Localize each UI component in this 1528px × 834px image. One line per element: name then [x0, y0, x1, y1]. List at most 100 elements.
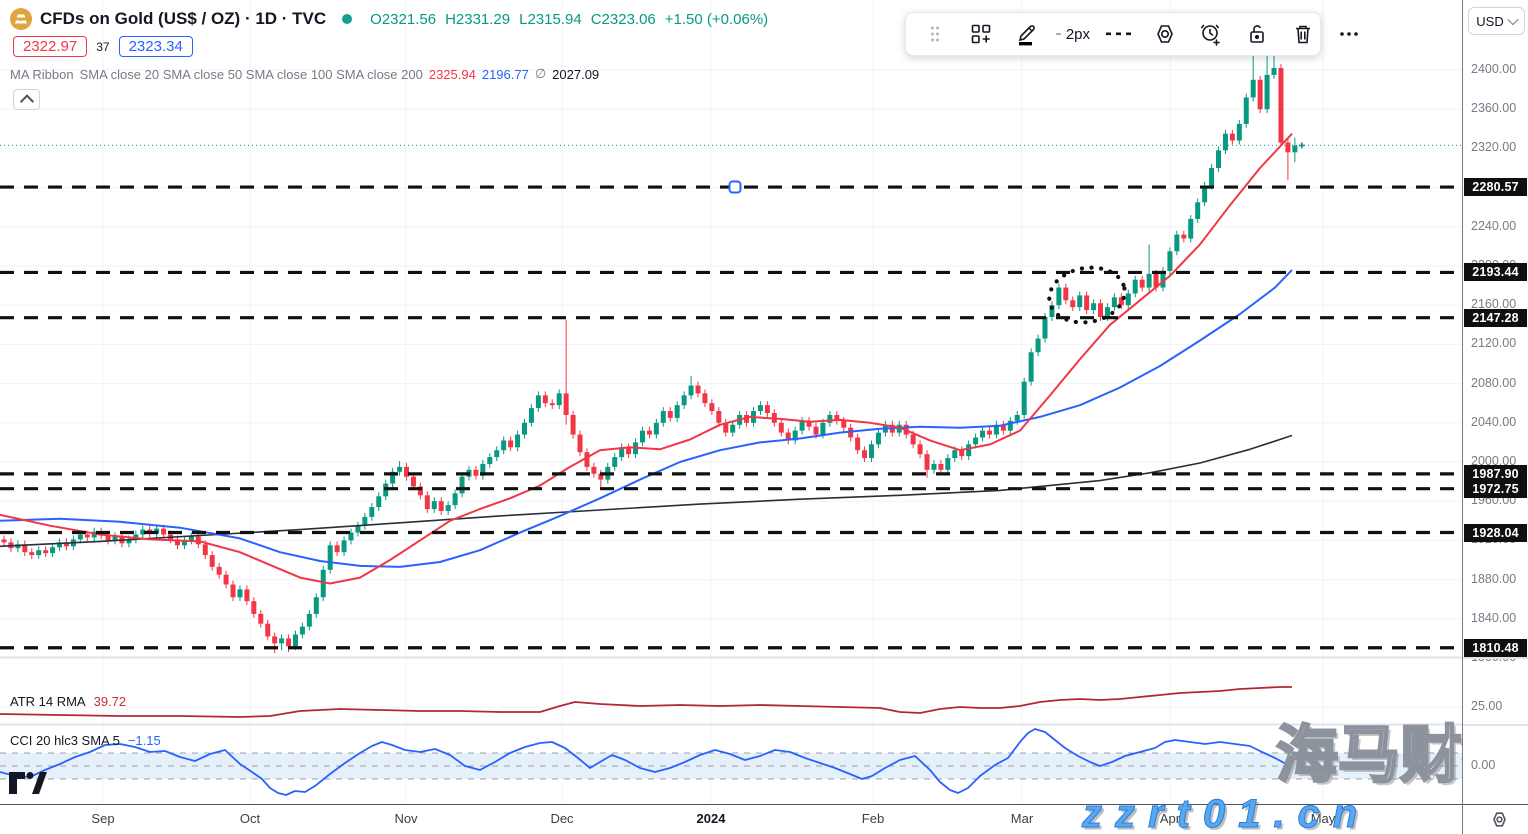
- url-watermark: zzrt01.cn: [1082, 792, 1370, 834]
- candle-body: [578, 435, 583, 453]
- candle-body: [862, 450, 867, 458]
- candle-body: [709, 403, 714, 411]
- candle-body: [918, 444, 923, 454]
- candle-body: [258, 614, 263, 624]
- candle-body: [696, 386, 701, 394]
- price-tick-label: 2400.00: [1471, 62, 1516, 76]
- candle-body: [279, 638, 284, 643]
- price-level-badge: 2147.28: [1464, 309, 1527, 327]
- candle-body: [224, 575, 229, 585]
- pane-separator: [1463, 657, 1528, 659]
- sma20-value: 2325.94: [429, 67, 476, 82]
- candle-body: [869, 444, 874, 458]
- candle-body: [494, 450, 499, 457]
- candle-body: [78, 535, 83, 540]
- candle-body: [689, 386, 694, 396]
- candle-body: [758, 405, 763, 411]
- candle-body: [938, 464, 943, 470]
- ma-ribbon-params: SMA close 20 SMA close 50 SMA close 100 …: [80, 67, 423, 82]
- tradingview-logo[interactable]: [8, 770, 48, 801]
- candle-body: [1223, 134, 1228, 151]
- delete-button[interactable]: [1282, 17, 1324, 51]
- drag-handle[interactable]: [914, 17, 956, 51]
- candle-body: [1272, 68, 1277, 75]
- candle-body: [800, 421, 805, 431]
- lock-button[interactable]: [1236, 17, 1278, 51]
- time-tick-label: Mar: [1011, 811, 1033, 826]
- line-width-button[interactable]: 2px: [1052, 17, 1094, 51]
- collapse-legend-button[interactable]: [13, 89, 40, 110]
- candle-body: [251, 601, 256, 614]
- candle-body: [1063, 288, 1068, 301]
- currency-selector[interactable]: USD: [1468, 7, 1525, 35]
- candle-body: [557, 393, 562, 405]
- change-value: +1.50 (+0.06%): [665, 11, 768, 28]
- sell-button[interactable]: 2322.97: [13, 36, 87, 57]
- atr-line[interactable]: [0, 687, 1292, 717]
- candle-body: [571, 415, 576, 435]
- symbol-title[interactable]: CFDs on Gold (US$ / OZ) · 1D · TVC: [40, 9, 326, 29]
- price-tick-label: 2040.00: [1471, 415, 1516, 429]
- cci-legend[interactable]: CCI 20 hlc3 SMA 5 −1.15: [10, 733, 161, 748]
- candle-body: [1174, 235, 1179, 252]
- buy-button[interactable]: 2323.34: [119, 36, 193, 57]
- candle-body: [1292, 145, 1297, 152]
- candle-body: [779, 423, 784, 433]
- time-tick-label: Feb: [862, 811, 884, 826]
- atr-legend[interactable]: ATR 14 RMA 39.72: [10, 694, 126, 709]
- candle-body: [487, 457, 492, 464]
- candle-body: [765, 405, 770, 413]
- candle-body: [425, 495, 430, 509]
- candle-body: [855, 438, 860, 451]
- candle-body: [1112, 297, 1117, 307]
- candle-body: [702, 393, 707, 403]
- candle-body: [286, 638, 291, 646]
- candle-body: [1077, 295, 1082, 307]
- more-options-button[interactable]: [1328, 17, 1370, 51]
- pane-separator: [1463, 724, 1528, 726]
- current-price-marker: [1299, 142, 1305, 148]
- candle-body: [1015, 415, 1020, 421]
- candle-body: [1091, 303, 1096, 310]
- candle-body: [536, 395, 541, 408]
- ma-ribbon-legend[interactable]: MA Ribbon SMA close 20 SMA close 50 SMA …: [10, 66, 599, 82]
- candle-body: [189, 536, 194, 540]
- candle-body: [369, 507, 374, 517]
- line-selection-handle[interactable]: [730, 182, 741, 193]
- candle-body: [931, 464, 936, 470]
- price-tick-label: 1840.00: [1471, 611, 1516, 625]
- sma200-value: 2027.09: [552, 67, 599, 82]
- candle-body: [1084, 295, 1089, 310]
- price-tick-label: 2320.00: [1471, 140, 1516, 154]
- candle-body: [1056, 288, 1061, 306]
- line-style-button[interactable]: [1098, 17, 1140, 51]
- alert-button[interactable]: [1190, 17, 1232, 51]
- chart-canvas[interactable]: [0, 0, 1462, 804]
- atr-value: 39.72: [94, 694, 127, 709]
- candle-body: [1258, 80, 1263, 109]
- candle-body: [217, 567, 222, 575]
- price-level-badge: 1928.04: [1464, 524, 1527, 542]
- price-axis[interactable]: USD 2400.002360.002320.002280.002240.002…: [1462, 0, 1528, 834]
- price-tick-label: 2080.00: [1471, 376, 1516, 390]
- settings-button[interactable]: [1144, 17, 1186, 51]
- symbol-header[interactable]: CFDs on Gold (US$ / OZ) · 1D · TVC O2321…: [10, 8, 768, 30]
- template-button[interactable]: [960, 17, 1002, 51]
- drawing-toolbar: 2px: [905, 12, 1321, 56]
- candle-body: [43, 550, 48, 553]
- sma20-line[interactable]: [0, 134, 1292, 584]
- candle-body: [446, 505, 451, 511]
- spread-value: 37: [96, 40, 109, 54]
- axis-settings-gear-icon[interactable]: [1490, 810, 1509, 834]
- currency-label: USD: [1476, 14, 1503, 29]
- candle-body: [1098, 303, 1103, 317]
- cci-label: CCI 20 hlc3 SMA 5: [10, 733, 120, 748]
- candle-body: [876, 433, 881, 445]
- candle-body: [661, 411, 666, 423]
- time-tick-label: Oct: [240, 811, 260, 826]
- color-pencil-button[interactable]: [1006, 17, 1048, 51]
- candle-body: [1070, 300, 1075, 307]
- gold-coin-icon: [10, 8, 32, 30]
- candle-body: [973, 438, 978, 445]
- candle-body: [925, 454, 930, 470]
